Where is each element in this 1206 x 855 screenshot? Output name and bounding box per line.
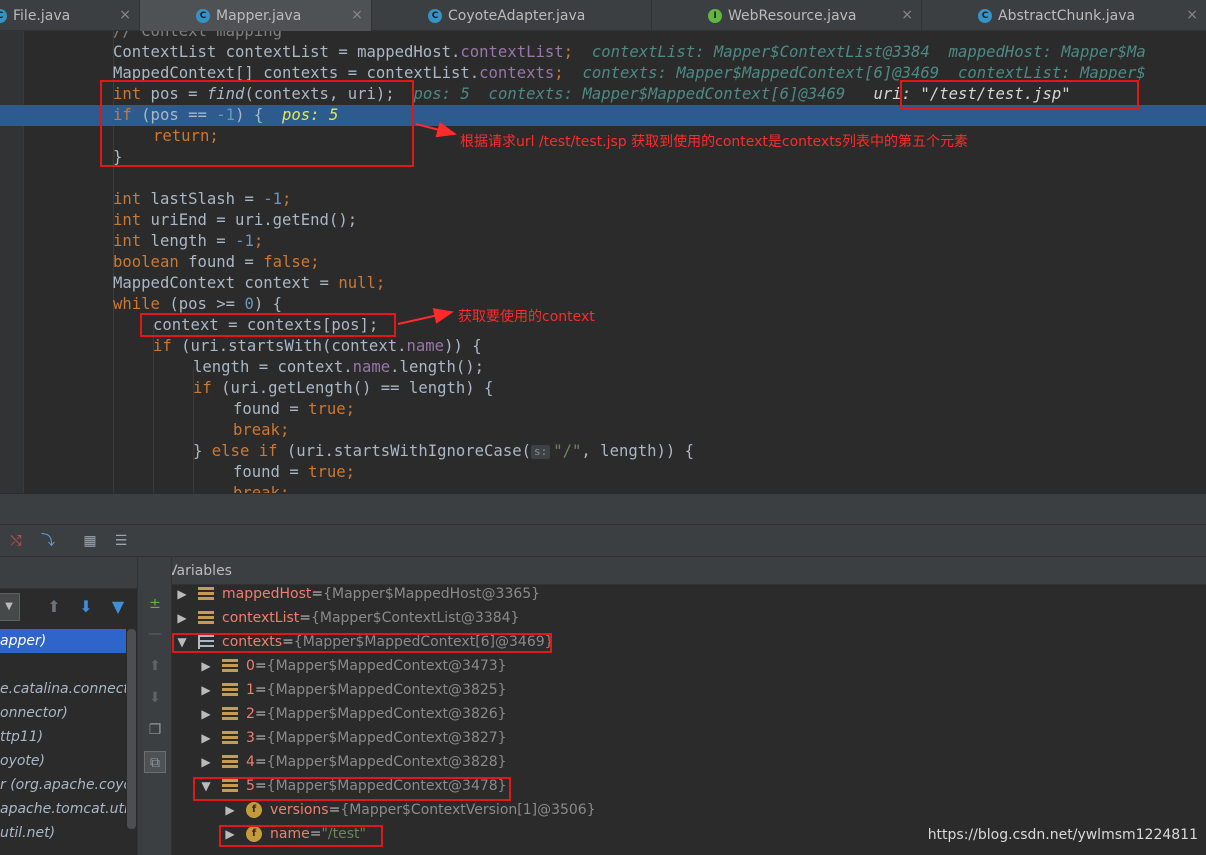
- frame-item[interactable]: apache.tomcat.util.ne: [0, 797, 126, 821]
- variables-panel: Variables ▶ mappedHost = {Mapper$MappedH…: [172, 557, 1206, 855]
- code-line: found = true;: [233, 463, 356, 481]
- object-icon: [198, 611, 214, 625]
- variable-row[interactable]: ▶ mappedHost = {Mapper$MappedHost@3365}: [176, 582, 540, 606]
- object-icon: [222, 707, 238, 721]
- annotation-text: 根据请求url /test/test.jsp 获取到使用的context是con…: [460, 134, 968, 150]
- code-line: break;: [233, 484, 290, 493]
- close-icon[interactable]: ×: [901, 7, 913, 23]
- expand-icon[interactable]: ▶: [200, 750, 212, 774]
- editor-tab-bar: C File.java × C Mapper.java × C CoyoteAd…: [0, 0, 1206, 31]
- frames-scrollbar[interactable]: [127, 629, 136, 829]
- highlight-box: [900, 80, 1139, 110]
- tab-mapper-java[interactable]: C Mapper.java ×: [140, 0, 372, 31]
- code-line: break;: [233, 421, 290, 439]
- thread-select[interactable]: ▼: [0, 593, 20, 621]
- variable-row[interactable]: ▶ f versions = {Mapper$ContextVersion[1]@…: [224, 798, 596, 822]
- code-line: int lastSlash = -1;: [113, 190, 292, 208]
- tab-file-java[interactable]: C File.java ×: [0, 0, 140, 31]
- object-icon: [222, 659, 238, 673]
- highlight-box: [219, 825, 383, 847]
- variable-row[interactable]: ▶ 2 = {Mapper$MappedContext@3826}: [200, 702, 506, 726]
- code-line: length = context.name.length();: [193, 358, 485, 376]
- copy-icon[interactable]: ❐: [144, 719, 166, 741]
- object-icon: [222, 755, 238, 769]
- variable-row[interactable]: ▶ 3 = {Mapper$MappedContext@3827}: [200, 726, 506, 750]
- frame-item[interactable]: apper): [0, 629, 126, 653]
- evaluate-expression-icon[interactable]: ▦: [80, 532, 100, 550]
- frame-item[interactable]: ttp11): [0, 725, 126, 749]
- class-file-icon: C: [196, 8, 210, 23]
- parameter-hint: s:: [530, 445, 551, 459]
- variable-row[interactable]: ▶ 1 = {Mapper$MappedContext@3825}: [200, 678, 506, 702]
- expand-icon[interactable]: ▶: [224, 798, 236, 822]
- close-icon[interactable]: ×: [1186, 7, 1198, 23]
- variables-toolbar: ± — ⬆ ⬇ ❐ ⧉: [138, 557, 172, 855]
- code-line: // Context mapping: [113, 31, 282, 40]
- expand-icon[interactable]: ▶: [200, 654, 212, 678]
- frame-item[interactable]: e.catalina.connector: [0, 677, 126, 701]
- drop-frame-icon[interactable]: ⤭: [6, 532, 26, 550]
- highlight-box: [100, 80, 414, 167]
- code-line: MappedContext context = null;: [113, 274, 386, 292]
- code-line: while (pos >= 0) {: [113, 295, 283, 313]
- variable-row[interactable]: ▶ 4 = {Mapper$MappedContext@3828}: [200, 750, 506, 774]
- expand-icon[interactable]: ▶: [200, 726, 212, 750]
- debugger-toolbar: ⤭ ⤵ ▦ ☰: [0, 524, 1206, 557]
- code-line: ContextList contextList = mappedHost.con…: [113, 43, 1146, 61]
- object-icon: [222, 683, 238, 697]
- panel-divider[interactable]: [0, 493, 1206, 524]
- field-icon: f: [246, 802, 262, 818]
- expand-icon[interactable]: ▶: [200, 702, 212, 726]
- frame-item[interactable]: r (org.apache.coyote: [0, 773, 126, 797]
- arrow-down-icon[interactable]: ⬇: [76, 597, 96, 617]
- code-line: boolean found = false;: [113, 253, 320, 271]
- frame-item[interactable]: onnector): [0, 701, 126, 725]
- frame-item[interactable]: util.net): [0, 821, 126, 845]
- close-icon[interactable]: ×: [119, 7, 131, 23]
- tab-webresource-java[interactable]: I WebResource.java ×: [652, 0, 922, 31]
- expand-icon[interactable]: ▶: [176, 582, 188, 606]
- move-up-icon[interactable]: ⬆: [144, 655, 166, 677]
- run-to-cursor-icon[interactable]: ⤵: [38, 532, 58, 550]
- trace-icon[interactable]: ☰: [111, 532, 131, 550]
- watermark: https://blog.csdn.net/ywlmsm1224811: [927, 827, 1198, 843]
- arrow-up-icon[interactable]: ⬆: [44, 597, 64, 617]
- code-line: int uriEnd = uri.getEnd();: [113, 211, 358, 229]
- code-line: found = true;: [233, 400, 356, 418]
- highlight-box: [193, 777, 511, 801]
- add-watch-icon[interactable]: ±: [144, 593, 166, 615]
- object-icon: [198, 587, 214, 601]
- frame-item[interactable]: oyote): [0, 749, 126, 773]
- expand-icon[interactable]: ▶: [176, 606, 188, 630]
- watches-toggle-icon[interactable]: ⧉: [144, 751, 166, 773]
- move-down-icon[interactable]: ⬇: [144, 687, 166, 709]
- tab-abstractchunk-java[interactable]: C AbstractChunk.java ×: [922, 0, 1206, 31]
- remove-icon[interactable]: —: [144, 623, 166, 645]
- close-icon[interactable]: ×: [351, 7, 363, 23]
- highlight-box: [172, 633, 552, 653]
- class-file-icon: C: [978, 8, 992, 23]
- object-icon: [222, 731, 238, 745]
- variables-header: Variables: [172, 557, 1206, 585]
- tab-coyoteadapter-java[interactable]: C CoyoteAdapter.java: [372, 0, 652, 31]
- interface-file-icon: I: [708, 8, 722, 23]
- expand-icon[interactable]: ▶: [200, 678, 212, 702]
- code-line: } else if (uri.startsWithIgnoreCase(s: "/…: [193, 442, 695, 460]
- annotation-text: 获取要使用的context: [458, 309, 595, 325]
- class-file-icon: C: [0, 8, 7, 23]
- variable-row[interactable]: ▶ 0 = {Mapper$MappedContext@3473}: [200, 654, 506, 678]
- code-line: if (uri.getLength() == length) {: [193, 379, 494, 397]
- highlight-box: [140, 313, 396, 337]
- filter-icon[interactable]: ▼: [108, 597, 128, 617]
- class-file-icon: C: [428, 8, 442, 23]
- frames-panel: ▼ ⬆ ⬇ ▼ apper) e.catalina.connector onne…: [0, 557, 138, 855]
- code-line: int length = -1;: [113, 232, 264, 250]
- variable-row[interactable]: ▶ contextList = {Mapper$ContextList@3384…: [176, 606, 519, 630]
- code-line: if (uri.startsWith(context.name)) {: [153, 337, 482, 355]
